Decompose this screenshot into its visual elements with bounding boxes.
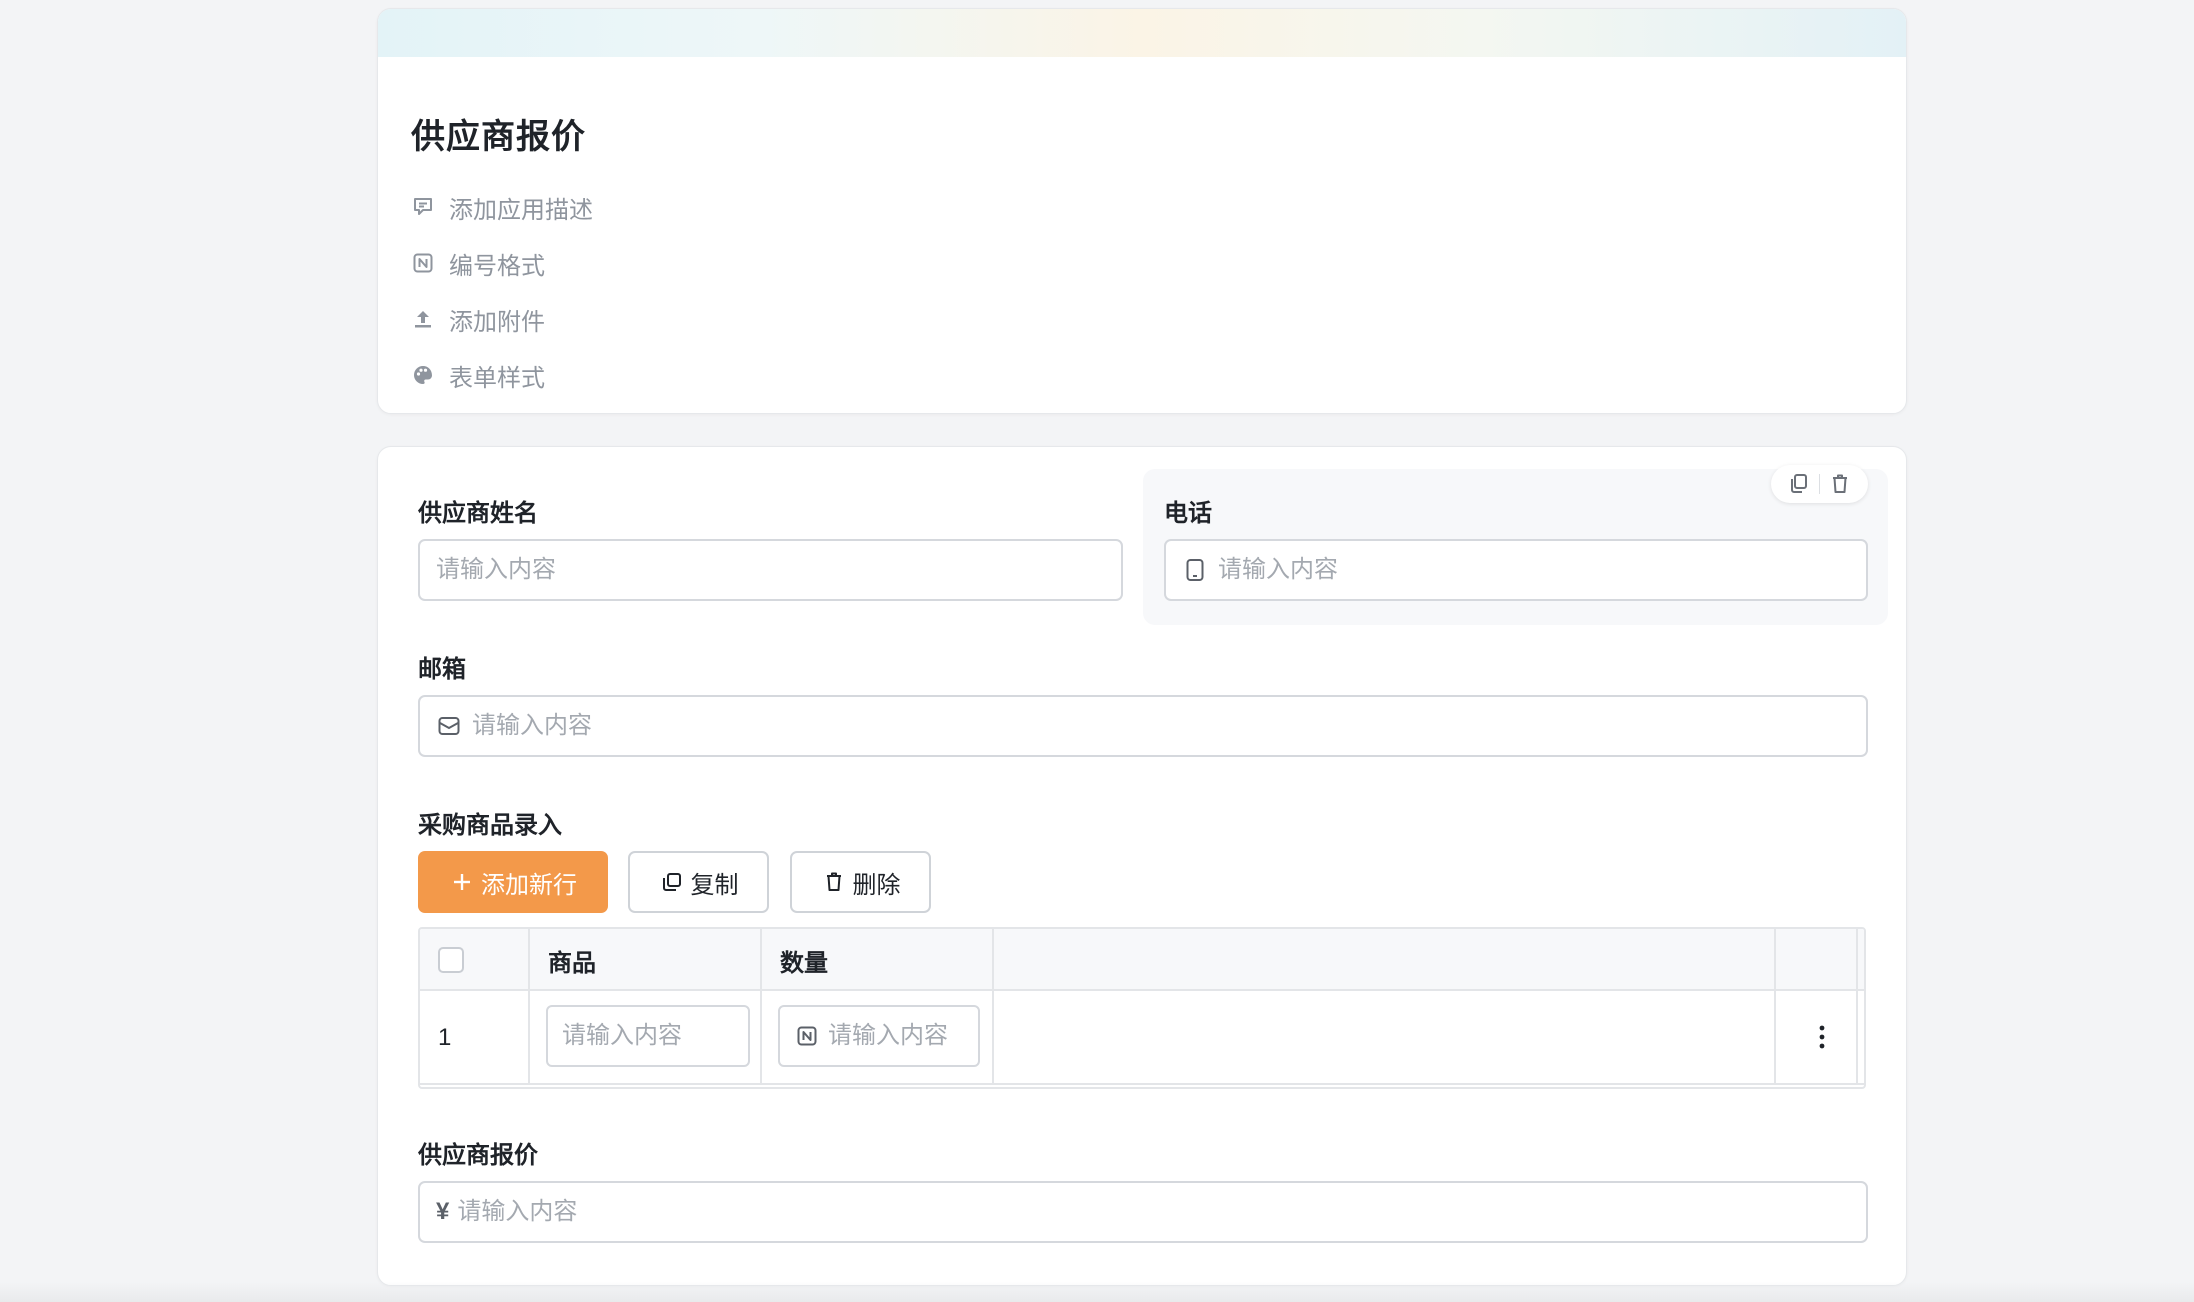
email-label: 邮箱 [418, 656, 466, 683]
quote-field[interactable]: ¥ [418, 1181, 1868, 1243]
number-format-label: 编号格式 [449, 252, 545, 280]
mail-icon [436, 713, 462, 739]
delete-rows-button[interactable]: 删除 [790, 851, 931, 913]
trash-icon [1833, 474, 1847, 493]
table-row: 1 [420, 991, 1864, 1085]
email-input[interactable] [472, 712, 1850, 740]
form-title[interactable]: 供应商报价 [411, 109, 586, 158]
supplier-name-field[interactable] [418, 539, 1123, 601]
add-row-button[interactable]: 添加新行 [418, 851, 608, 913]
column-header-quantity: 数量 [780, 949, 828, 977]
comment-icon [411, 195, 435, 219]
plus-icon [449, 869, 475, 895]
add-row-label: 添加新行 [481, 871, 577, 899]
quote-input[interactable] [457, 1198, 1850, 1226]
copy-icon [659, 869, 685, 895]
email-field[interactable] [418, 695, 1868, 757]
delete-rows-label: 删除 [852, 871, 901, 899]
column-header-product: 商品 [548, 949, 596, 977]
add-description-button[interactable]: 添加应用描述 [411, 179, 593, 235]
copy-field-button[interactable] [1779, 467, 1819, 501]
copy-rows-label: 复制 [690, 871, 739, 899]
purchase-items-table: 商品 数量 1 [418, 927, 1866, 1089]
column-divider [528, 929, 530, 1085]
upload-icon [411, 307, 435, 331]
trash-icon [821, 869, 847, 895]
purchase-items-label: 采购商品录入 [418, 812, 562, 839]
more-vertical-icon [1819, 1025, 1825, 1049]
select-all-checkbox[interactable] [438, 947, 464, 973]
quantity-cell-field[interactable] [778, 1005, 980, 1067]
form-builder-page: 供应商报价 添加应用描述 编号格式 添加附件 表单样式 供应商姓名 请输入内容 … [0, 0, 2194, 1302]
form-body-card: 供应商姓名 电话 [377, 446, 1907, 1286]
supplier-name-label: 供应商姓名 [418, 500, 538, 527]
add-attachment-label: 添加附件 [449, 308, 545, 336]
column-divider [992, 929, 994, 1085]
form-header-card: 供应商报价 添加应用描述 编号格式 添加附件 表单样式 [377, 8, 1907, 414]
form-style-button[interactable]: 表单样式 [411, 347, 593, 403]
header-banner [378, 9, 1906, 57]
row-more-button[interactable] [1802, 1015, 1842, 1059]
bottom-shadow [0, 1282, 2194, 1302]
product-cell-field[interactable] [546, 1005, 750, 1067]
column-divider [1856, 929, 1858, 1085]
copy-icon [1790, 474, 1807, 493]
phone-field[interactable] [1164, 539, 1868, 601]
add-attachment-button[interactable]: 添加附件 [411, 291, 593, 347]
column-divider [1774, 929, 1776, 1085]
quote-label: 供应商报价 [418, 1142, 538, 1169]
copy-rows-button[interactable]: 复制 [628, 851, 769, 913]
phone-label: 电话 [1164, 500, 1212, 527]
number-icon [794, 1023, 820, 1049]
form-meta-list: 添加应用描述 编号格式 添加附件 表单样式 [411, 179, 593, 403]
field-toolbar [1770, 465, 1868, 503]
delete-field-button[interactable] [1820, 467, 1860, 501]
supplier-name-input[interactable] [436, 556, 1105, 584]
add-description-label: 添加应用描述 [449, 196, 593, 224]
phone-input[interactable] [1218, 556, 1850, 584]
row-index: 1 [438, 1024, 452, 1051]
currency-prefix: ¥ [436, 1198, 450, 1225]
quantity-cell-input[interactable] [828, 1022, 964, 1050]
number-format-icon [411, 251, 435, 275]
column-divider [760, 929, 762, 1085]
form-style-label: 表单样式 [449, 364, 545, 392]
number-format-button[interactable]: 编号格式 [411, 235, 593, 291]
product-cell-input[interactable] [562, 1022, 734, 1050]
palette-icon [411, 363, 435, 387]
phone-icon [1182, 557, 1208, 583]
table-header: 商品 数量 [420, 929, 1864, 991]
